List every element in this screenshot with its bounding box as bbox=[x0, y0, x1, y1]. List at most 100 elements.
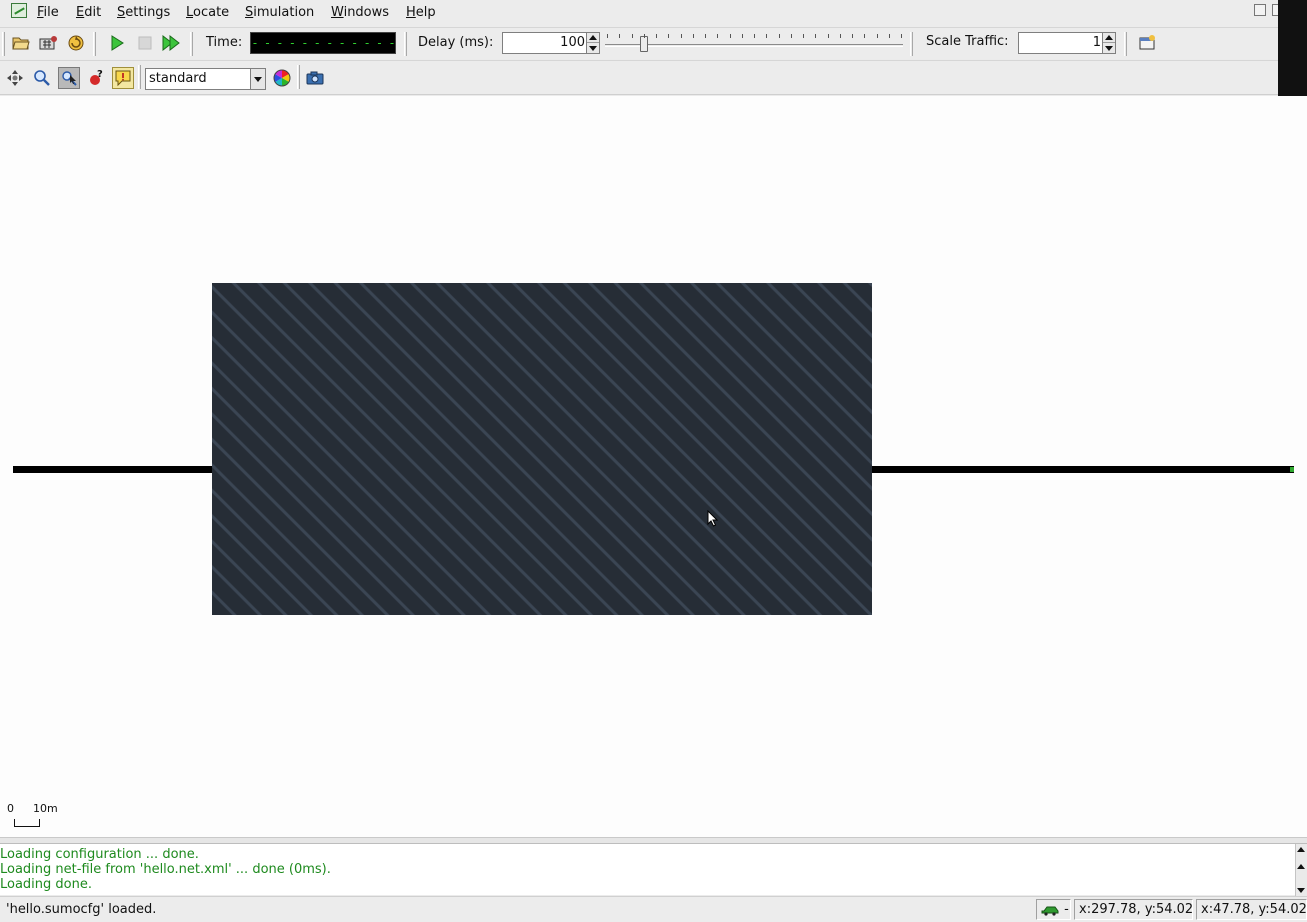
net-coordinates: x:297.78, y:54.02 bbox=[1074, 899, 1193, 920]
delay-slider[interactable] bbox=[605, 31, 903, 57]
camera-icon bbox=[306, 71, 324, 85]
menu-simulation[interactable]: Simulation bbox=[245, 5, 314, 20]
locate-junction-button[interactable] bbox=[58, 67, 80, 89]
edit-coloring-button[interactable] bbox=[271, 67, 293, 89]
arrow-up-icon bbox=[1105, 35, 1113, 40]
menu-bar: File Edit Settings Locate Simulation Win… bbox=[0, 0, 1307, 27]
slider-tick bbox=[828, 34, 829, 38]
time-label: Time: bbox=[206, 35, 243, 50]
car-icon bbox=[1041, 906, 1059, 916]
color-wheel-icon bbox=[273, 69, 291, 87]
move-arrows-icon bbox=[7, 70, 23, 86]
toolbar-grip[interactable] bbox=[2, 32, 5, 56]
slider-tick bbox=[852, 34, 853, 38]
slider-track bbox=[605, 44, 903, 47]
menu-edit[interactable]: Edit bbox=[76, 5, 101, 20]
scroll-mid-icon bbox=[1297, 864, 1305, 869]
toolbar-separator bbox=[93, 32, 96, 56]
reload-button[interactable] bbox=[65, 32, 87, 54]
open-network-button[interactable] bbox=[37, 32, 59, 54]
road-edge-left[interactable] bbox=[13, 466, 213, 473]
log-line: Loading done. bbox=[0, 877, 92, 892]
toolbar-separator bbox=[910, 32, 913, 56]
color-scheme-select[interactable]: standard bbox=[145, 68, 266, 90]
stop-icon bbox=[138, 36, 152, 50]
menu-settings[interactable]: Settings bbox=[117, 5, 170, 20]
menu-help[interactable]: Help bbox=[406, 5, 436, 20]
scroll-up-icon[interactable] bbox=[1297, 847, 1305, 852]
svg-text:?: ? bbox=[97, 69, 103, 80]
reload-icon bbox=[68, 35, 84, 51]
menu-locate[interactable]: Locate bbox=[186, 5, 229, 20]
slider-tick bbox=[644, 34, 645, 38]
menu-file[interactable]: File bbox=[37, 5, 59, 20]
message-log: Loading configuration ... done. Loading … bbox=[0, 843, 1307, 896]
vehicle-count-field: - bbox=[1036, 899, 1071, 920]
mouse-cursor-icon bbox=[707, 510, 719, 527]
log-line: Loading configuration ... done. bbox=[0, 847, 199, 862]
slider-tick bbox=[656, 34, 657, 38]
delay-increment-button[interactable] bbox=[587, 33, 599, 43]
screenshot-button[interactable] bbox=[304, 67, 326, 89]
delay-decrement-button[interactable] bbox=[587, 43, 599, 53]
slider-tick bbox=[619, 34, 620, 38]
locate-cursor-icon bbox=[62, 71, 77, 86]
step-button[interactable] bbox=[160, 32, 182, 54]
slider-tick bbox=[766, 34, 767, 38]
arrow-up-icon bbox=[589, 35, 597, 40]
magnifier-icon bbox=[34, 70, 50, 86]
toolbar-separator bbox=[404, 32, 407, 56]
network-folder-icon bbox=[39, 36, 57, 50]
scale-length-label: 10m bbox=[33, 802, 58, 815]
arrow-down-icon bbox=[1105, 45, 1113, 51]
polygon-shape[interactable] bbox=[212, 283, 872, 615]
scale-zero-label: 0 bbox=[7, 802, 14, 815]
scale-traffic-spinner bbox=[1102, 32, 1116, 54]
chevron-down-icon[interactable] bbox=[250, 69, 265, 89]
slider-thumb[interactable] bbox=[640, 36, 648, 52]
new-view-button[interactable] bbox=[1136, 32, 1158, 54]
log-scrollbar[interactable] bbox=[1295, 844, 1307, 896]
step-icon bbox=[162, 35, 180, 51]
scale-traffic-input[interactable]: 1 bbox=[1018, 32, 1104, 54]
road-edge-right[interactable] bbox=[871, 466, 1294, 473]
slider-tick bbox=[705, 34, 706, 38]
slider-tick bbox=[607, 34, 608, 38]
scale-increment-button[interactable] bbox=[1103, 33, 1115, 43]
scale-decrement-button[interactable] bbox=[1103, 43, 1115, 53]
zoom-button[interactable] bbox=[31, 67, 53, 89]
slider-tick bbox=[889, 34, 890, 38]
scroll-down-icon[interactable] bbox=[1297, 888, 1305, 893]
recenter-view-button[interactable] bbox=[4, 67, 26, 89]
network-view[interactable]: 0 10m bbox=[0, 96, 1307, 837]
stop-button[interactable] bbox=[134, 32, 156, 54]
slider-tick bbox=[668, 34, 669, 38]
status-bar: 'hello.sumocfg' loaded. - x:297.78, y:54… bbox=[0, 896, 1307, 922]
minimize-button[interactable] bbox=[1254, 4, 1266, 16]
slider-tick bbox=[864, 34, 865, 38]
menu-windows[interactable]: Windows bbox=[331, 5, 389, 20]
road-end-marker bbox=[1290, 467, 1294, 472]
tooltips-button[interactable] bbox=[112, 67, 134, 89]
open-config-button[interactable] bbox=[10, 32, 32, 54]
run-button[interactable] bbox=[106, 32, 128, 54]
app-icon bbox=[11, 3, 27, 18]
toolbar-separator bbox=[1124, 32, 1127, 56]
scale-line bbox=[14, 819, 40, 827]
slider-tick bbox=[815, 34, 816, 38]
play-icon bbox=[111, 35, 124, 51]
slider-tick bbox=[681, 34, 682, 38]
slider-tick bbox=[840, 34, 841, 38]
delay-label: Delay (ms): bbox=[418, 35, 494, 50]
breakpoint-icon: ? bbox=[90, 69, 103, 85]
edit-breakpoints-button[interactable]: ? bbox=[85, 67, 107, 89]
slider-tick bbox=[693, 34, 694, 38]
scale-traffic-label: Scale Traffic: bbox=[926, 34, 1009, 49]
slider-tick bbox=[730, 34, 731, 38]
slider-tick bbox=[877, 34, 878, 38]
toolbar-separator bbox=[297, 65, 300, 89]
delay-input[interactable]: 100 bbox=[502, 32, 588, 54]
scale-bar: 0 10m bbox=[6, 802, 66, 832]
slider-tick bbox=[742, 34, 743, 38]
folder-open-icon bbox=[12, 37, 30, 50]
